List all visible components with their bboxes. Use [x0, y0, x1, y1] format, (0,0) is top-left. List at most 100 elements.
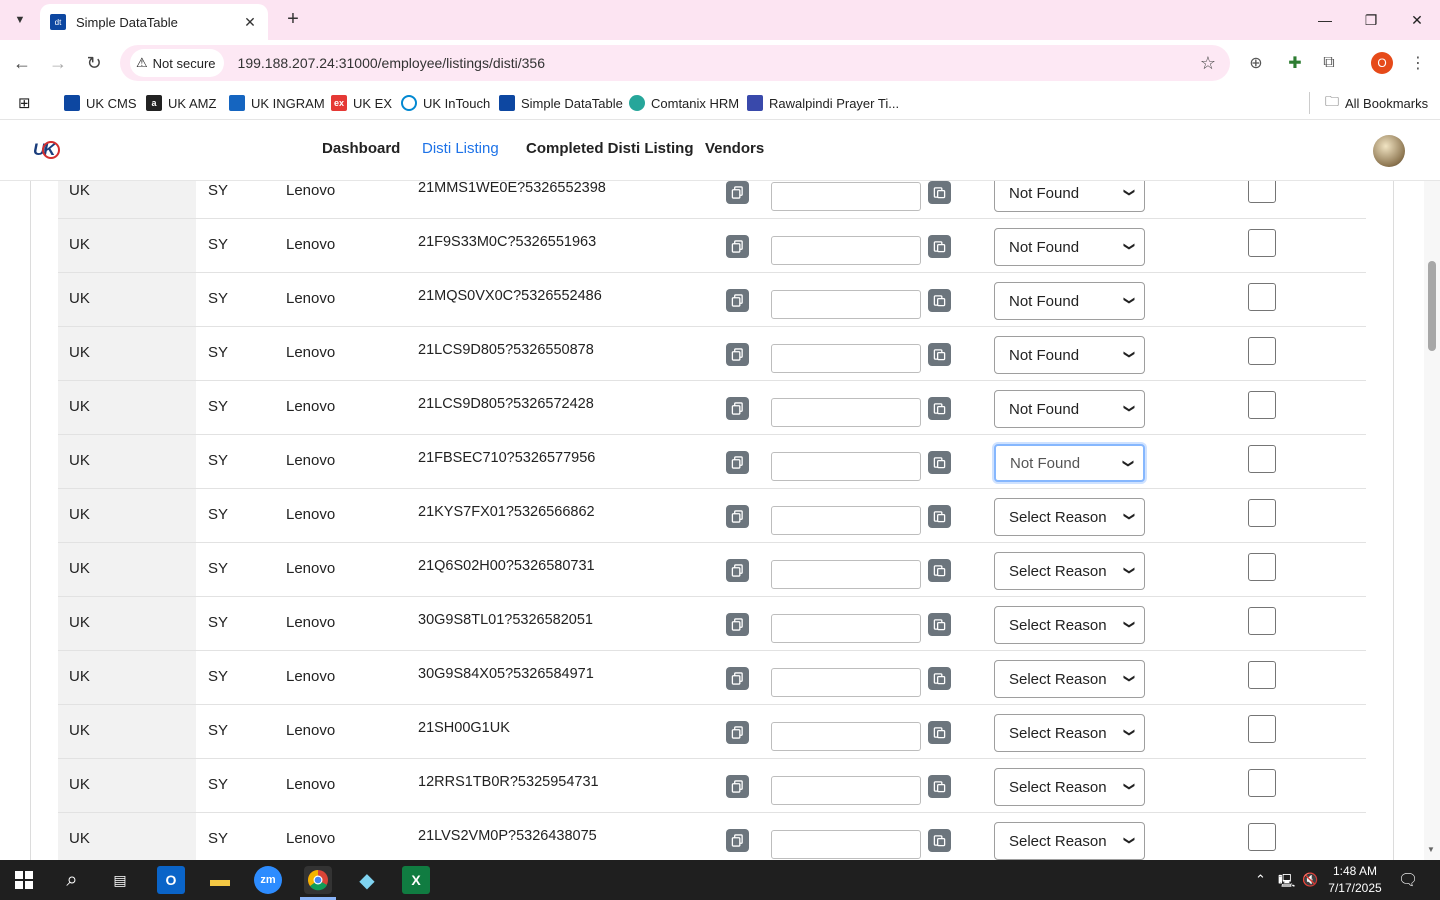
- file-explorer-icon[interactable]: ▬: [206, 866, 234, 894]
- reason-select[interactable]: Select Reason ❯: [994, 714, 1145, 752]
- search-icon[interactable]: ⌕: [58, 866, 86, 894]
- value-input[interactable]: [771, 398, 921, 427]
- tab-search-button[interactable]: ▼: [6, 7, 34, 33]
- user-avatar[interactable]: [1373, 135, 1405, 167]
- copy-sku-button[interactable]: [726, 775, 749, 798]
- uk-logo[interactable]: UK: [33, 138, 60, 164]
- reason-select[interactable]: Not Found ❯: [994, 282, 1145, 320]
- reason-select[interactable]: Not Found ❯: [994, 336, 1145, 374]
- row-checkbox[interactable]: [1248, 181, 1276, 203]
- chrome-icon[interactable]: [304, 866, 332, 894]
- nav-disti-listing[interactable]: Disti Listing: [422, 140, 499, 157]
- network-icon[interactable]: 🖳: [1278, 872, 1295, 894]
- copy-sku-button[interactable]: [726, 721, 749, 744]
- row-checkbox[interactable]: [1248, 661, 1276, 689]
- paste-button[interactable]: [928, 397, 951, 420]
- reason-select[interactable]: Not Found ❯: [994, 444, 1145, 482]
- paste-button[interactable]: [928, 721, 951, 744]
- tray-chevron-icon[interactable]: ⌃: [1255, 872, 1266, 888]
- excel-icon[interactable]: X: [402, 866, 430, 894]
- all-bookmarks[interactable]: 🗀 All Bookmarks: [1325, 93, 1428, 113]
- page-scrollbar[interactable]: ▲ ▼: [1424, 121, 1440, 860]
- bookmark-uk-ingram[interactable]: UK INGRAM: [229, 93, 325, 113]
- value-input[interactable]: [771, 668, 921, 697]
- bookmark-uk-amz[interactable]: a UK AMZ: [146, 93, 216, 113]
- browser-menu-icon[interactable]: ⋮: [1406, 51, 1430, 75]
- value-input[interactable]: [771, 290, 921, 319]
- row-checkbox[interactable]: [1248, 391, 1276, 419]
- row-checkbox[interactable]: [1248, 499, 1276, 527]
- row-checkbox[interactable]: [1248, 607, 1276, 635]
- value-input[interactable]: [771, 560, 921, 589]
- copy-sku-button[interactable]: [726, 343, 749, 366]
- copy-sku-button[interactable]: [726, 505, 749, 528]
- copy-sku-button[interactable]: [726, 451, 749, 474]
- reason-select[interactable]: Select Reason ❯: [994, 660, 1145, 698]
- paste-button[interactable]: [928, 235, 951, 258]
- extensions-puzzle-icon[interactable]: ⧉: [1317, 51, 1341, 75]
- browser-tab-active[interactable]: dt Simple DataTable ✕: [40, 4, 268, 40]
- copy-sku-button[interactable]: [726, 613, 749, 636]
- nav-completed-disti-listing[interactable]: Completed Disti Listing: [526, 140, 694, 157]
- system-clock[interactable]: 1:48 AM 7/17/2025: [1322, 863, 1388, 897]
- restore-button[interactable]: ❐: [1348, 0, 1394, 40]
- url-text[interactable]: 199.188.207.24:31000/employee/listings/d…: [238, 55, 545, 71]
- security-chip[interactable]: ⚠ Not secure: [130, 49, 224, 77]
- translate-icon[interactable]: ⊕: [1244, 51, 1268, 75]
- windows-start-icon[interactable]: [10, 866, 38, 894]
- bookmark-star-icon[interactable]: ☆: [1200, 53, 1216, 74]
- back-button[interactable]: ←: [9, 50, 35, 76]
- copy-sku-button[interactable]: [726, 397, 749, 420]
- value-input[interactable]: [771, 182, 921, 211]
- value-input[interactable]: [771, 452, 921, 481]
- row-checkbox[interactable]: [1248, 229, 1276, 257]
- minimize-button[interactable]: —: [1302, 0, 1348, 40]
- copy-sku-button[interactable]: [726, 829, 749, 852]
- paste-button[interactable]: [928, 829, 951, 852]
- extension-plus-icon[interactable]: ✚: [1283, 51, 1307, 75]
- copy-sku-button[interactable]: [726, 181, 749, 204]
- paste-button[interactable]: [928, 343, 951, 366]
- nav-dashboard[interactable]: Dashboard: [322, 140, 400, 157]
- reason-select[interactable]: Not Found ❯: [994, 390, 1145, 428]
- row-checkbox[interactable]: [1248, 445, 1276, 473]
- reason-select[interactable]: Select Reason ❯: [994, 552, 1145, 590]
- reload-button[interactable]: ↻: [81, 50, 107, 76]
- volume-muted-icon[interactable]: 🔇: [1302, 872, 1318, 888]
- paste-button[interactable]: [928, 559, 951, 582]
- reason-select[interactable]: Select Reason ❯: [994, 768, 1145, 806]
- value-input[interactable]: [771, 344, 921, 373]
- zoom-icon[interactable]: zm: [254, 866, 282, 894]
- address-bar[interactable]: ⚠ Not secure 199.188.207.24:31000/employ…: [120, 45, 1230, 81]
- scroll-down-icon[interactable]: ▼: [1427, 845, 1435, 854]
- forward-button[interactable]: →: [45, 50, 71, 76]
- row-checkbox[interactable]: [1248, 769, 1276, 797]
- bookmark-uk-ex[interactable]: ex UK EX: [331, 93, 392, 113]
- nav-vendors[interactable]: Vendors: [705, 140, 764, 157]
- reason-select[interactable]: Select Reason ❯: [994, 498, 1145, 536]
- copy-sku-button[interactable]: [726, 559, 749, 582]
- row-checkbox[interactable]: [1248, 283, 1276, 311]
- copy-sku-button[interactable]: [726, 289, 749, 312]
- paste-button[interactable]: [928, 451, 951, 474]
- value-input[interactable]: [771, 506, 921, 535]
- reason-select[interactable]: Not Found ❯: [994, 181, 1145, 212]
- paste-button[interactable]: [928, 289, 951, 312]
- copy-sku-button[interactable]: [726, 667, 749, 690]
- value-input[interactable]: [771, 614, 921, 643]
- row-checkbox[interactable]: [1248, 823, 1276, 851]
- apps-grid-icon[interactable]: ⊞: [18, 93, 31, 113]
- row-checkbox[interactable]: [1248, 337, 1276, 365]
- paste-button[interactable]: [928, 613, 951, 636]
- row-checkbox[interactable]: [1248, 553, 1276, 581]
- copy-sku-button[interactable]: [726, 235, 749, 258]
- bookmark-rawalpindi-prayer[interactable]: Rawalpindi Prayer Ti...: [747, 93, 899, 113]
- value-input[interactable]: [771, 830, 921, 859]
- scroll-thumb[interactable]: [1428, 261, 1436, 351]
- value-input[interactable]: [771, 236, 921, 265]
- paste-button[interactable]: [928, 505, 951, 528]
- outlook-icon[interactable]: O: [157, 866, 185, 894]
- bookmark-simple-datatable[interactable]: Simple DataTable: [499, 93, 623, 113]
- reason-select[interactable]: Not Found ❯: [994, 228, 1145, 266]
- tab-close-icon[interactable]: ✕: [242, 14, 258, 31]
